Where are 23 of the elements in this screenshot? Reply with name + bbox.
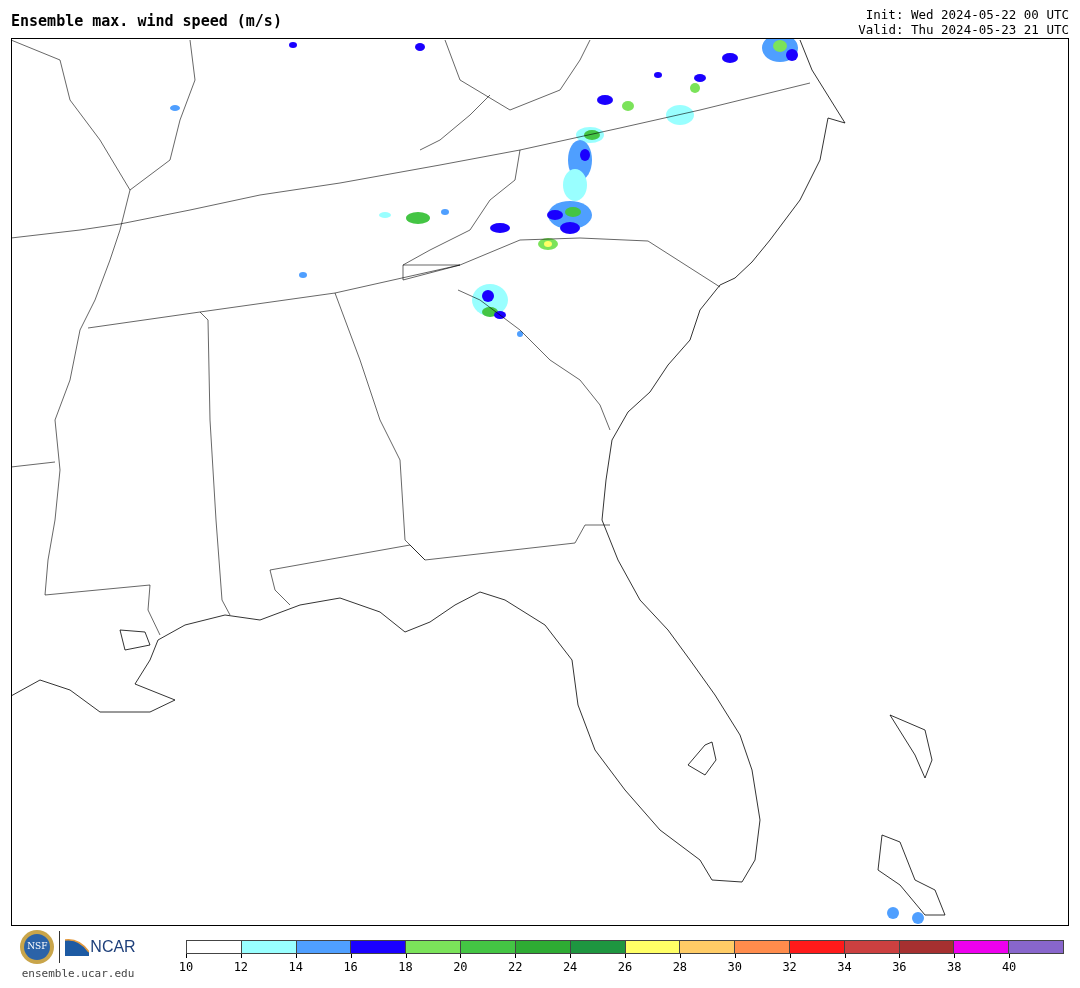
tick-label: 24 <box>562 961 578 973</box>
tick-label: 26 <box>617 961 633 973</box>
tick-label: 12 <box>233 961 249 973</box>
tick-label: 32 <box>782 961 797 973</box>
tick-label: 40 <box>1001 961 1017 973</box>
swoosh-icon <box>65 938 90 956</box>
org-logo-text: NCAR <box>90 939 136 955</box>
tick-label: 30 <box>727 961 742 973</box>
tick-label: 18 <box>398 961 413 973</box>
tick-label: 20 <box>453 961 468 973</box>
tick-label: 16 <box>343 961 358 973</box>
website-text: ensemble.ucar.edu <box>21 966 135 982</box>
tick-label: 38 <box>947 961 962 973</box>
valid-time: Valid: Thu 2024-05-23 21 UTC <box>858 22 1069 37</box>
tick-label: 14 <box>288 961 303 973</box>
tick-label: 34 <box>837 961 852 973</box>
chart-title: Ensemble max. wind speed (m/s) <box>11 14 282 29</box>
tick-label: 36 <box>892 961 907 973</box>
init-time: Init: Wed 2024-05-22 00 UTC <box>865 7 1069 22</box>
seal-logo: NSF <box>20 930 55 964</box>
tick-label: 22 <box>508 961 523 973</box>
tick-label: 28 <box>672 961 688 973</box>
tick-label: 10 <box>178 961 194 973</box>
